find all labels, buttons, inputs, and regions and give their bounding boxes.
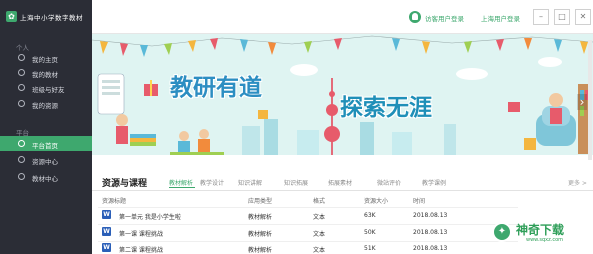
user-icon [18, 69, 25, 76]
sidebar-item-label: 班级与好友 [32, 86, 65, 94]
watermark: ✦ 神奇下载 www.sqxz.com [492, 220, 588, 248]
row-time: 2018.08.13 [413, 212, 448, 219]
row-time: 2018.08.13 [413, 245, 448, 252]
sidebar: 个人 我的主页 我的教材 班级与好友 我的资源 平台 平台首页 资源中心 教材中… [0, 34, 92, 254]
header-divider [92, 190, 593, 191]
app-title: 上海中小学数字教材 [20, 14, 83, 22]
banner-title-right: 探索无涯 [340, 95, 432, 121]
folder-icon [18, 100, 25, 107]
sidebar-item-label: 平台首页 [32, 142, 58, 150]
row-format: 文本 [313, 214, 326, 221]
row-size: 50K [364, 229, 376, 236]
tab-micro-evaluation[interactable]: 微站评价 [377, 178, 401, 187]
column-header-title: 资源标题 [102, 198, 127, 205]
column-header-format: 格式 [313, 198, 326, 205]
user-avatar-icon[interactable] [409, 11, 421, 23]
word-document-icon: W [102, 210, 111, 219]
resources-heading: 资源与课程 [102, 179, 148, 189]
promo-banner[interactable]: 教研有道 探索无涯 › [92, 34, 593, 163]
column-header-size: 资源大小 [364, 198, 389, 205]
sidebar-item-resource-center[interactable]: 资源中心 [0, 152, 92, 167]
row-type: 教材解析 [248, 214, 273, 221]
word-document-icon: W [102, 227, 111, 236]
row-type: 教材解析 [248, 231, 273, 238]
sidebar-item-label: 我的资源 [32, 102, 58, 110]
column-header-time: 时间 [413, 198, 426, 205]
sidebar-item-label: 我的主页 [32, 56, 58, 64]
watermark-logo-icon: ✦ [492, 222, 512, 242]
sidebar-item-platform-home[interactable]: 平台首页 [0, 136, 92, 151]
sidebar-item-label: 我的教材 [32, 71, 58, 79]
row-title[interactable]: 第一课 课程挑战 [119, 229, 163, 238]
resource-icon [18, 156, 25, 163]
active-tab-underline [169, 187, 195, 188]
tab-teaching-design[interactable]: 教学设计 [200, 178, 224, 187]
friends-icon [18, 84, 25, 91]
app-logo-icon: ✿ [6, 11, 17, 22]
scrollbar[interactable] [588, 40, 592, 160]
row-divider [98, 241, 518, 242]
watermark-url: www.sqxz.com [526, 237, 564, 243]
brand-area: ✿ 上海中小学数字教材 [0, 0, 92, 34]
more-link[interactable]: 更多 > [568, 178, 587, 187]
tab-teaching-cases[interactable]: 教学课例 [422, 178, 446, 187]
close-button[interactable]: ✕ [575, 9, 591, 25]
textbook-icon [18, 173, 25, 180]
sidebar-item-my-resources[interactable]: 我的资源 [0, 96, 92, 111]
banner-title-left: 教研有道 [170, 75, 262, 101]
row-size: 51K [364, 245, 376, 252]
watermark-text: 神奇下载 [516, 223, 565, 237]
word-document-icon: W [102, 243, 111, 252]
row-format: 文本 [313, 247, 326, 254]
sidebar-item-my-textbooks[interactable]: 我的教材 [0, 65, 92, 80]
title-bar: ✿ 上海中小学数字教材 访客用户登录 上海用户登录 – □ ✕ [0, 0, 593, 34]
sidebar-item-my-homepage[interactable]: 我的主页 [0, 50, 92, 65]
tab-extend-material[interactable]: 拓展素材 [328, 178, 352, 187]
maximize-button[interactable]: □ [554, 9, 570, 25]
row-title[interactable]: 第二课 课程挑战 [119, 245, 163, 254]
row-time: 2018.08.13 [413, 229, 448, 236]
row-divider [98, 224, 518, 225]
row-divider [98, 207, 518, 208]
home-icon [18, 54, 25, 61]
sidebar-item-textbook-center[interactable]: 教材中心 [0, 169, 92, 184]
sidebar-item-classes-friends[interactable]: 班级与好友 [0, 80, 92, 95]
platform-home-icon [18, 140, 25, 147]
sidebar-item-label: 教材中心 [32, 175, 58, 183]
column-header-type: 应用类型 [248, 198, 273, 205]
row-size: 63K [364, 212, 376, 219]
sidebar-item-label: 资源中心 [32, 158, 58, 166]
tab-knowledge-extend[interactable]: 知识拓展 [284, 178, 308, 187]
row-type: 教材解析 [248, 247, 273, 254]
shanghai-login-link[interactable]: 上海用户登录 [481, 13, 520, 23]
row-format: 文本 [313, 231, 326, 238]
row-title[interactable]: 第一单元 我是小学生啦 [119, 212, 181, 221]
tab-knowledge-explain[interactable]: 知识讲解 [238, 178, 262, 187]
tab-textbook-analysis[interactable]: 教材解析 [169, 178, 193, 187]
banner-next-arrow-icon[interactable]: › [577, 94, 587, 110]
guest-login-link[interactable]: 访客用户登录 [425, 13, 464, 23]
minimize-button[interactable]: – [533, 9, 549, 25]
